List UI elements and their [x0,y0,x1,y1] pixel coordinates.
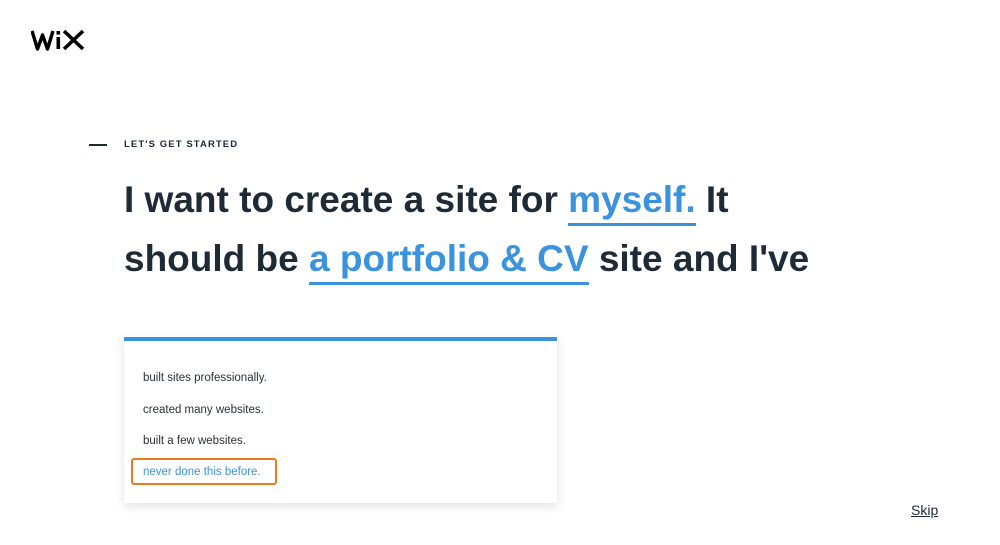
eyebrow: LET'S GET STARTED [89,139,238,150]
eyebrow-label: LET'S GET STARTED [124,139,239,150]
option-built-professionally[interactable]: built sites professionally. [143,372,267,384]
experience-dropdown: built sites professionally. created many… [124,337,557,503]
headline-text-3: should be [124,238,309,279]
eyebrow-dash [89,143,107,146]
option-never-done[interactable]: never done this before. [143,466,261,478]
headline-text-1: I want to create a site for [124,179,569,220]
site-for-choice[interactable]: myself. [568,178,696,226]
headline-text-2: It [695,179,729,220]
headline-text-4: site and I've [588,238,810,279]
headline-line-1: I want to create a site for myself. It [124,170,944,229]
option-built-few[interactable]: built a few websites. [143,435,246,447]
option-created-many[interactable]: created many websites. [143,404,264,416]
site-type-choice[interactable]: a portfolio & CV [309,237,589,285]
headline: I want to create a site for myself. It s… [124,170,944,288]
wix-logo [31,29,85,51]
headline-line-2: should be a portfolio & CV site and I've [124,229,944,288]
skip-link[interactable]: Skip [911,502,938,518]
